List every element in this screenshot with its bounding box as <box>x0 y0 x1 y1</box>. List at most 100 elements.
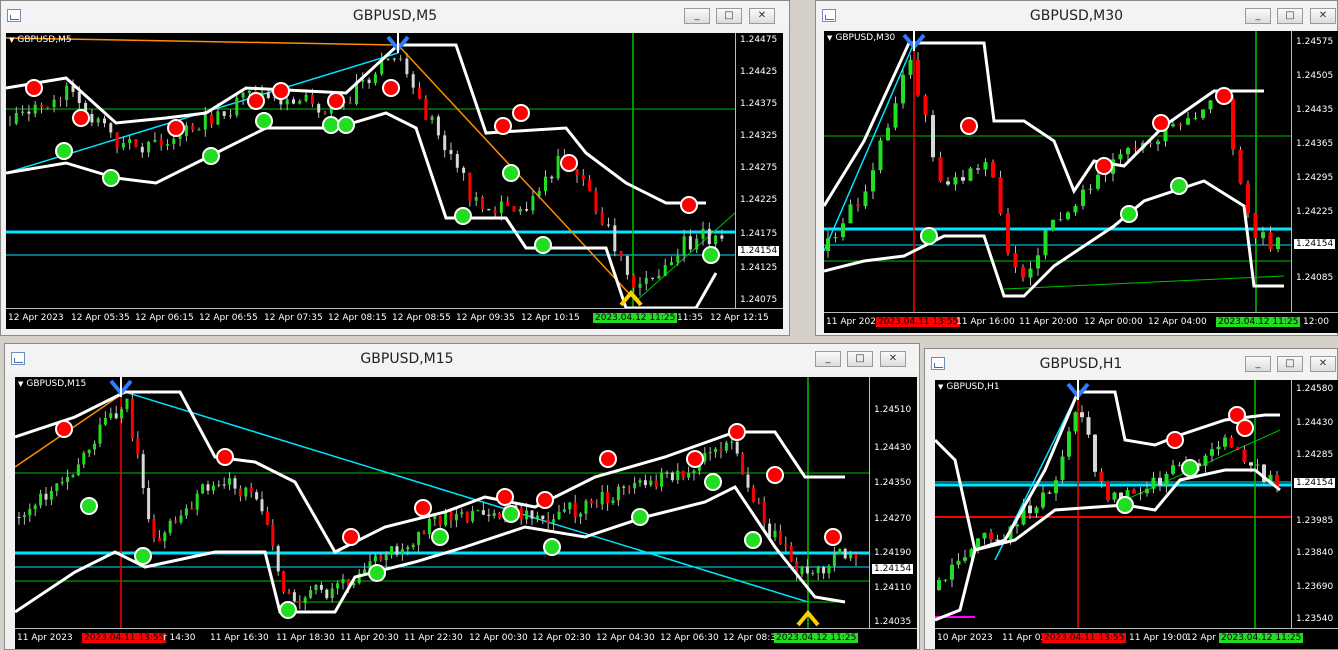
candle-body <box>287 592 291 594</box>
candle-body <box>455 154 459 168</box>
price-label: 1.23690 <box>1296 582 1334 592</box>
candle-body <box>616 486 620 501</box>
chart-window-m15[interactable]: GBPUSD,M15 _ □ ✕ ▼ GBPUSD,M15 1.24510 1.2… <box>4 343 920 650</box>
chart-window-m30[interactable]: GBPUSD,M30 _ □ ✕ ▼ GBPUSD,M30 1.24575 1.2… <box>815 0 1338 336</box>
maximize-button[interactable]: □ <box>716 8 742 24</box>
candle <box>317 102 321 118</box>
candle <box>172 135 176 150</box>
candle-body <box>222 111 226 116</box>
candle-body <box>424 98 428 121</box>
candle <box>76 458 80 477</box>
candle-body <box>244 487 248 497</box>
candle-body <box>1028 268 1033 278</box>
candle <box>581 169 585 186</box>
close-button[interactable]: ✕ <box>1310 356 1336 372</box>
candle <box>217 480 221 488</box>
maximize-button[interactable]: □ <box>1277 8 1303 24</box>
candle <box>1242 445 1247 465</box>
candle-body <box>392 58 396 60</box>
candle <box>28 503 32 523</box>
price-chart[interactable]: ▼ GBPUSD,M5 1.24475 1.24425 1.24375 1.243… <box>6 33 783 329</box>
chart-window-h1[interactable]: GBPUSD,H1 _ □ ✕ ▼ GBPUSD,H1 1.24580 1.244… <box>924 348 1338 650</box>
candle-body <box>938 157 943 182</box>
candle <box>109 121 113 138</box>
candle-body <box>249 487 253 493</box>
candle-body <box>800 566 804 575</box>
candle-body <box>282 571 286 593</box>
candle <box>17 511 21 525</box>
minimize-button[interactable]: _ <box>1245 356 1271 372</box>
close-button[interactable]: ✕ <box>1310 8 1336 24</box>
candle <box>784 536 788 552</box>
candle <box>184 504 188 519</box>
candle-body <box>643 480 647 486</box>
candle-body <box>206 484 210 491</box>
candle <box>292 589 296 603</box>
candle-body <box>625 256 629 275</box>
time-label: 12 Apr 06:15 <box>135 313 194 323</box>
candle-body <box>1132 490 1136 494</box>
candle-body <box>229 115 232 117</box>
candle-body <box>708 452 712 454</box>
candle <box>1051 219 1055 232</box>
window-titlebar[interactable]: GBPUSD,H1 _ □ ✕ <box>925 349 1337 379</box>
candle <box>546 511 550 530</box>
price-chart[interactable]: ▼ GBPUSD,M30 1.24575 1.24505 1.24435 1.24… <box>824 31 1338 333</box>
minimize-button[interactable]: _ <box>815 351 841 367</box>
candle-body <box>730 441 734 443</box>
close-button[interactable]: ✕ <box>880 351 906 367</box>
candle-body <box>271 524 275 546</box>
time-label: 12 Apr 00:30 <box>469 633 528 643</box>
candle <box>1043 228 1048 260</box>
candle <box>579 512 583 525</box>
window-titlebar[interactable]: GBPUSD,M15 _ □ ✕ <box>5 344 919 374</box>
chart-plot-area[interactable] <box>935 380 1291 629</box>
candle-body <box>622 486 626 488</box>
minimize-button[interactable]: _ <box>684 8 710 24</box>
maximize-button[interactable]: □ <box>1277 356 1303 372</box>
candle-body <box>1051 219 1055 231</box>
candle-body <box>827 566 831 574</box>
price-axis: 1.24510 1.24430 1.24350 1.24270 1.24190 … <box>869 377 917 629</box>
chart-window-m5[interactable]: GBPUSD,M5 _ □ ✕ ▼ GBPUSD,M5 1.24475 1.244… <box>0 0 790 336</box>
chart-plot-area[interactable] <box>824 31 1291 313</box>
chart-plot-area[interactable] <box>6 33 735 309</box>
window-titlebar[interactable]: GBPUSD,M30 _ □ ✕ <box>816 1 1337 31</box>
candle <box>191 123 195 133</box>
signal-dot <box>1152 114 1170 132</box>
candle <box>644 270 648 291</box>
buy-signal-icon <box>1181 459 1199 477</box>
candle <box>982 532 987 545</box>
price-chart[interactable]: ▼ GBPUSD,M15 1.24510 1.24430 1.24350 1.24… <box>15 377 917 649</box>
candle <box>1112 491 1117 503</box>
window-titlebar[interactable]: GBPUSD,M5 _ □ ✕ <box>1 1 789 31</box>
signal-dot <box>134 547 152 565</box>
signal-dot <box>1170 177 1188 195</box>
time-label: 12 Apr 2023 <box>8 313 64 323</box>
candle-body <box>40 104 43 107</box>
candle-body <box>140 146 144 153</box>
candle <box>1276 236 1280 253</box>
time-label: 11 Apr 16:00 <box>956 317 1015 327</box>
candle-body <box>613 225 617 252</box>
candle-body <box>573 502 577 517</box>
price-chart[interactable]: ▼ GBPUSD,H1 1.24580 1.24430 1.24285 1.241… <box>935 380 1338 649</box>
candle <box>33 101 37 118</box>
sell-signal-icon <box>1215 87 1233 105</box>
candle <box>455 150 459 173</box>
maximize-button[interactable]: □ <box>847 351 873 367</box>
candle <box>417 531 421 553</box>
candle <box>670 471 674 483</box>
price-label: 1.24270 <box>874 514 912 524</box>
close-button[interactable]: ✕ <box>749 8 775 24</box>
candle <box>573 494 577 524</box>
candle-body <box>22 515 26 518</box>
candle-body <box>1236 447 1240 450</box>
candle <box>71 473 75 478</box>
candle-body <box>159 139 163 146</box>
candle <box>465 511 469 524</box>
candle-body <box>714 448 718 453</box>
minimize-button[interactable]: _ <box>1245 8 1271 24</box>
chart-plot-area[interactable] <box>15 377 869 629</box>
candle <box>492 509 496 519</box>
